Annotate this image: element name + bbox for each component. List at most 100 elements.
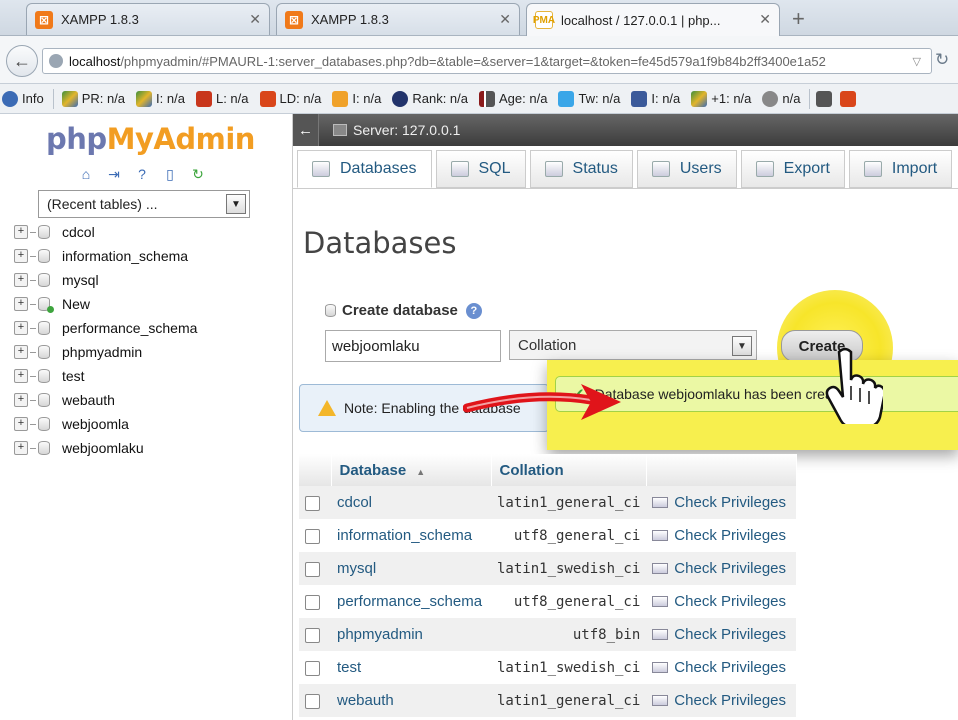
home-icon[interactable]: ⌂	[76, 164, 96, 184]
collapse-nav-button[interactable]: ←	[293, 114, 319, 146]
row-checkbox[interactable]	[305, 561, 320, 577]
row-checkbox[interactable]	[305, 594, 320, 610]
logout-icon[interactable]: ⇥	[104, 164, 124, 184]
url-field[interactable]: localhost/phpmyadmin/#PMAURL-1:server_da…	[42, 48, 932, 74]
tab-import[interactable]: Import	[848, 150, 953, 188]
seo-item-settings[interactable]: n/a	[760, 90, 800, 107]
expand-icon[interactable]: +	[14, 345, 28, 359]
recent-tables-select[interactable]: (Recent tables) ... ▼	[38, 190, 250, 218]
expand-icon[interactable]: +	[14, 441, 28, 455]
nav-db-webauth[interactable]: + webauth	[14, 388, 197, 412]
tab-sql[interactable]: SQL	[435, 150, 526, 188]
tab-databases[interactable]: Databases	[297, 150, 432, 188]
nav-db-new[interactable]: + New	[14, 292, 197, 316]
seo-item-links[interactable]: L: n/a	[194, 90, 249, 107]
check-privileges-link[interactable]: Check Privileges	[652, 626, 790, 643]
seo-item-age[interactable]: Age: n/a	[477, 90, 547, 107]
database-icon	[38, 369, 50, 383]
expand-icon[interactable]: +	[14, 369, 28, 383]
tab-users[interactable]: Users	[636, 150, 737, 188]
db-label: webjoomla	[62, 416, 129, 432]
close-icon[interactable]: ✕	[499, 11, 511, 28]
row-checkbox[interactable]	[305, 495, 320, 511]
collation-select[interactable]: Collation ▼	[509, 330, 757, 360]
seo-item-ld[interactable]: LD: n/a	[258, 90, 321, 107]
twitter-icon	[558, 90, 575, 107]
database-link[interactable]: test	[337, 659, 361, 676]
expand-icon[interactable]: +	[14, 297, 28, 311]
seo-item-plusone[interactable]: +1: n/a	[689, 90, 751, 107]
tab-export[interactable]: Export	[740, 150, 845, 188]
bing-icon	[332, 90, 349, 107]
collation-cell: utf8_general_ci	[491, 519, 647, 552]
nav-db-webjoomla[interactable]: + webjoomla	[14, 412, 197, 436]
documentation-icon[interactable]: ▯	[160, 164, 180, 184]
nav-db-phpmyadmin[interactable]: + phpmyadmin	[14, 340, 197, 364]
seo-label: I: n/a	[651, 91, 681, 106]
tab-label: Status	[572, 160, 618, 177]
expand-icon[interactable]: +	[14, 321, 28, 335]
tab-status[interactable]: Status	[529, 150, 633, 188]
seo-item-facebook[interactable]: I: n/a	[629, 90, 681, 107]
database-name-input[interactable]	[325, 330, 501, 362]
server-label[interactable]: Server: 127.0.0.1	[353, 122, 460, 138]
back-button[interactable]: ←	[6, 45, 38, 77]
help-icon[interactable]: ?	[465, 302, 482, 319]
phpmyadmin-logo[interactable]: phpMyAdmin	[46, 122, 255, 156]
expand-icon[interactable]: +	[14, 225, 28, 239]
check-privileges-link[interactable]: Check Privileges	[652, 560, 790, 577]
help-icon[interactable]: ?	[132, 164, 152, 184]
database-link[interactable]: information_schema	[337, 527, 472, 544]
check-privileges-link[interactable]: Check Privileges	[652, 659, 790, 676]
row-checkbox[interactable]	[305, 627, 320, 643]
new-tab-icon[interactable]: +	[792, 6, 805, 32]
row-checkbox[interactable]	[305, 693, 320, 709]
check-privileges-link[interactable]: Check Privileges	[652, 593, 790, 610]
row-select	[299, 552, 331, 585]
close-icon[interactable]: ✕	[249, 11, 261, 28]
warning-icon	[318, 400, 336, 416]
tab-label: Import	[891, 160, 938, 177]
close-icon[interactable]: ✕	[759, 11, 771, 28]
seo-item-rank[interactable]: Rank: n/a	[390, 90, 468, 107]
database-link[interactable]: webauth	[337, 692, 394, 709]
check-privileges-link[interactable]: Check Privileges	[652, 692, 790, 709]
check-privileges-link[interactable]: Check Privileges	[652, 494, 790, 511]
browser-tab-xampp-2[interactable]: ⊠ XAMPP 1.8.3 ✕	[276, 3, 520, 35]
xampp-icon: ⊠	[285, 10, 303, 29]
browser-tab-phpmyadmin[interactable]: PMA localhost / 127.0.0.1 | php... ✕	[526, 3, 780, 36]
column-header-collation[interactable]: Collation	[491, 454, 647, 486]
reload-icon[interactable]: ↻	[935, 50, 949, 70]
row-select	[299, 651, 331, 684]
seo-item-bing[interactable]: I: n/a	[330, 90, 381, 107]
seo-item-info[interactable]: Info	[0, 90, 44, 107]
seo-item-pr[interactable]: PR: n/a	[60, 90, 125, 107]
database-link[interactable]: phpmyadmin	[337, 626, 423, 643]
seo-item-index[interactable]: I: n/a	[134, 90, 185, 107]
nav-db-cdcol[interactable]: + cdcol	[14, 220, 197, 244]
database-link[interactable]: cdcol	[337, 494, 372, 511]
expand-icon[interactable]: +	[14, 249, 28, 263]
url-path: /phpmyadmin/#PMAURL-1:server_databases.p…	[120, 53, 826, 69]
select-column-header	[299, 454, 332, 486]
database-link[interactable]: mysql	[337, 560, 376, 577]
check-privileges-link[interactable]: Check Privileges	[652, 527, 790, 544]
expand-icon[interactable]: +	[14, 393, 28, 407]
row-checkbox[interactable]	[305, 528, 320, 544]
seo-item-twitter[interactable]: Tw: n/a	[556, 90, 620, 107]
source-code-icon[interactable]	[816, 90, 833, 107]
browser-tab-xampp-1[interactable]: ⊠ XAMPP 1.8.3 ✕	[26, 3, 270, 35]
nav-db-information-schema[interactable]: + information_schema	[14, 244, 197, 268]
chevron-down-icon[interactable]: ▽	[913, 55, 921, 68]
database-link[interactable]: performance_schema	[337, 593, 482, 610]
row-checkbox[interactable]	[305, 660, 320, 676]
nav-db-test[interactable]: + test	[14, 364, 197, 388]
expand-icon[interactable]: +	[14, 273, 28, 287]
column-header-database[interactable]: Database ▲	[331, 454, 492, 486]
nav-db-performance-schema[interactable]: + performance_schema	[14, 316, 197, 340]
extension-icon[interactable]	[840, 90, 857, 107]
refresh-icon[interactable]: ↻	[188, 164, 208, 184]
expand-icon[interactable]: +	[14, 417, 28, 431]
nav-db-mysql[interactable]: + mysql	[14, 268, 197, 292]
nav-db-webjoomlaku[interactable]: + webjoomlaku	[14, 436, 197, 460]
